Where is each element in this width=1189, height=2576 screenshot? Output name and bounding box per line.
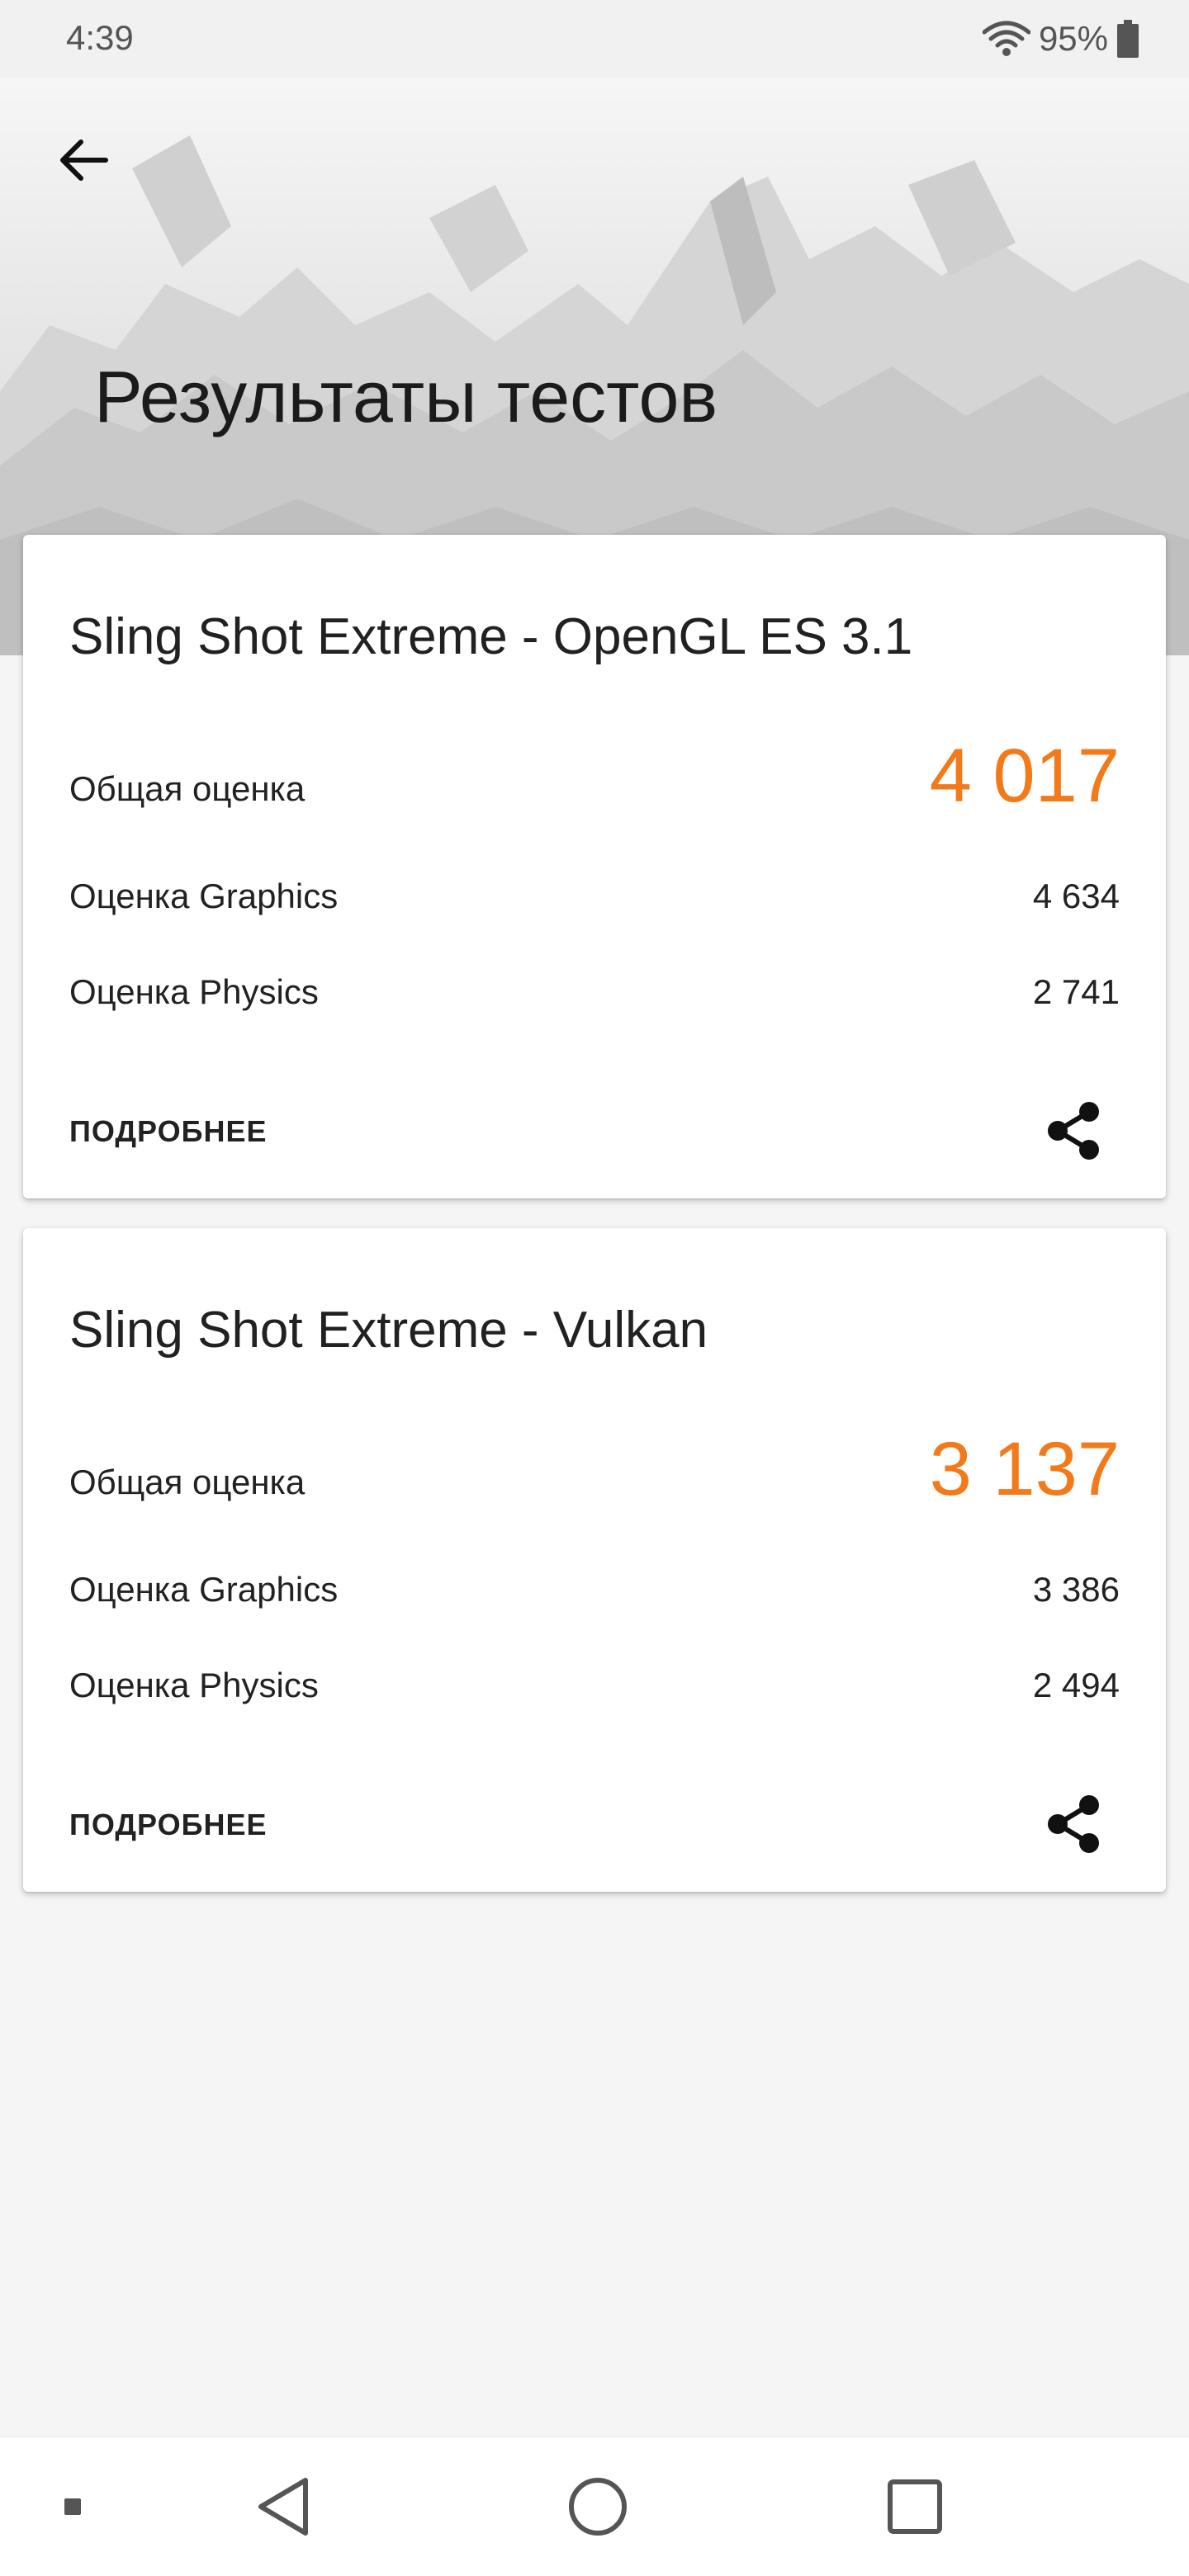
- back-triangle-icon: [258, 2478, 308, 2536]
- physics-score-value: 2 741: [1032, 972, 1120, 1011]
- navigation-bar: [0, 2437, 1189, 2576]
- nav-back-button[interactable]: [234, 2457, 334, 2556]
- share-button[interactable]: [1034, 1784, 1113, 1864]
- home-circle-icon: [569, 2478, 627, 2536]
- details-button[interactable]: ПОДРОБНЕЕ: [69, 1808, 267, 1842]
- graphics-score-value: 4 634: [1032, 877, 1120, 915]
- graphics-score-value: 3 386: [1032, 1570, 1120, 1609]
- status-bar: 4:39 95%: [0, 0, 1189, 78]
- wifi-icon: [982, 21, 1030, 57]
- result-card: Sling Shot Extreme - OpenGL ES 3.1 Общая…: [23, 535, 1166, 1198]
- dot-icon: [64, 2498, 81, 2515]
- back-button[interactable]: [46, 124, 119, 196]
- nav-home-button[interactable]: [548, 2457, 647, 2556]
- recents-square-icon: [888, 2479, 942, 2534]
- physics-score-label: Оценка Physics: [69, 1666, 319, 1704]
- physics-score-value: 2 494: [1032, 1666, 1120, 1704]
- status-time: 4:39: [66, 18, 134, 57]
- details-button[interactable]: ПОДРОБНЕЕ: [69, 1114, 267, 1149]
- graphics-score-label: Оценка Graphics: [69, 877, 339, 915]
- overall-score-label: Общая оценка: [69, 769, 306, 808]
- share-button[interactable]: [1034, 1091, 1113, 1170]
- arrow-left-icon: [60, 139, 108, 181]
- physics-score-label: Оценка Physics: [69, 972, 319, 1011]
- result-card: Sling Shot Extreme - Vulkan Общая оценка…: [23, 1228, 1166, 1892]
- test-title: Sling Shot Extreme - Vulkan: [69, 1302, 708, 1359]
- battery-percent: 95%: [1038, 19, 1108, 58]
- graphics-score-label: Оценка Graphics: [69, 1570, 339, 1609]
- overall-score-label: Общая оценка: [69, 1463, 306, 1501]
- overall-score-value: 3 137: [929, 1427, 1120, 1511]
- status-icons: 95%: [982, 17, 1139, 61]
- nav-recents-button[interactable]: [865, 2457, 964, 2556]
- test-title: Sling Shot Extreme - OpenGL ES 3.1: [69, 608, 913, 665]
- nav-dot-button[interactable]: [23, 2457, 122, 2556]
- battery-icon: [1116, 20, 1139, 58]
- share-icon: [1048, 1102, 1099, 1160]
- share-icon: [1048, 1795, 1099, 1853]
- overall-score-value: 4 017: [929, 734, 1120, 818]
- page-title: Результаты тестов: [94, 356, 718, 437]
